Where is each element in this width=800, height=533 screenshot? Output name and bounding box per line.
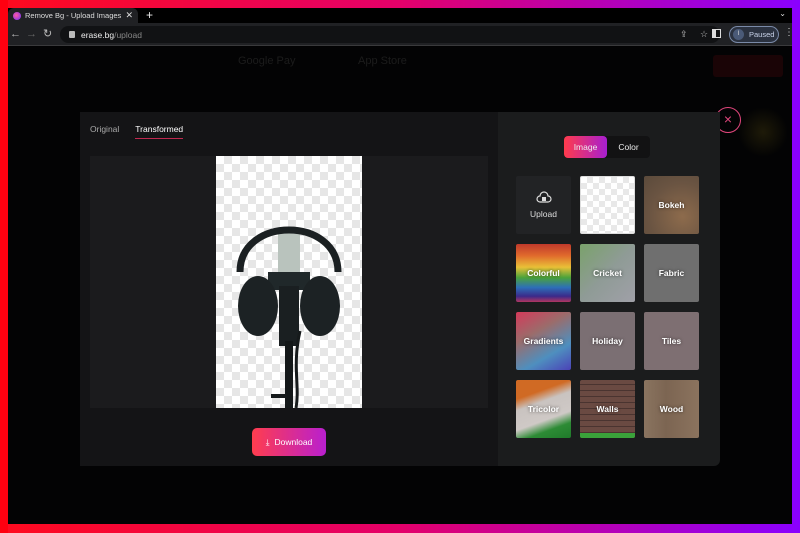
close-icon: × bbox=[723, 111, 733, 127]
close-tab-icon[interactable]: ✕ bbox=[125, 10, 133, 21]
view-tabs: Original Transformed bbox=[90, 124, 184, 139]
url-text: erase.bg/upload bbox=[81, 29, 142, 40]
lock-icon bbox=[69, 31, 75, 38]
tab-original[interactable]: Original bbox=[90, 124, 119, 139]
tab-title: Remove Bg - Upload Images to bbox=[25, 11, 122, 20]
bg-option-cricket[interactable]: Cricket bbox=[580, 244, 635, 302]
background-panel: Image Color Upload Bokeh Colorful Cricke… bbox=[498, 112, 720, 466]
signup-button-dimmed bbox=[713, 55, 783, 77]
bg-option-transparent[interactable] bbox=[580, 176, 635, 234]
google-play-badge: Google Pay bbox=[238, 55, 296, 67]
browser-window: Remove Bg - Upload Images to ✕ + ⌄ ← → ↻… bbox=[8, 8, 792, 524]
bookmark-star-icon[interactable]: ☆ bbox=[700, 29, 708, 40]
bg-option-walls[interactable]: Walls bbox=[580, 380, 635, 438]
bg-option-tricolor[interactable]: Tricolor bbox=[516, 380, 571, 438]
profile-button[interactable]: I Paused bbox=[729, 26, 779, 43]
bg-option-fabric[interactable]: Fabric bbox=[644, 244, 699, 302]
toolbar: ← → ↻ erase.bg/upload ⇪ ☆ I Paused ⋮ bbox=[8, 23, 792, 46]
new-tab-button[interactable]: + bbox=[146, 8, 153, 23]
cloud-upload-icon bbox=[535, 191, 552, 203]
background-grid: Upload Bokeh Colorful Cricket Fabric Gra… bbox=[516, 176, 699, 438]
upload-label: Upload bbox=[530, 209, 557, 219]
page-content: Google Pay App Store × Original Transfor… bbox=[8, 47, 792, 524]
side-panel-icon[interactable] bbox=[712, 29, 721, 38]
download-button[interactable]: ⤓ Download bbox=[252, 428, 326, 456]
tab-strip: Remove Bg - Upload Images to ✕ + ⌄ bbox=[8, 8, 792, 23]
tab-search-chevron-icon[interactable]: ⌄ bbox=[779, 9, 786, 18]
download-icon: ⤓ bbox=[265, 436, 270, 447]
menu-kebab-icon[interactable]: ⋮ bbox=[784, 27, 792, 38]
bg-option-holiday[interactable]: Holiday bbox=[580, 312, 635, 370]
profile-avatar: I bbox=[733, 29, 744, 40]
profile-status: Paused bbox=[749, 30, 775, 39]
forward-icon[interactable]: → bbox=[26, 27, 37, 41]
result-image bbox=[216, 156, 362, 408]
bg-option-colorful[interactable]: Colorful bbox=[516, 244, 571, 302]
download-label: Download bbox=[274, 437, 313, 447]
browser-tab[interactable]: Remove Bg - Upload Images to ✕ bbox=[8, 8, 138, 23]
tab-transformed[interactable]: Transformed bbox=[135, 124, 184, 139]
reload-icon[interactable]: ↻ bbox=[43, 27, 52, 41]
site-logo bbox=[28, 55, 83, 75]
mode-image-button[interactable]: Image bbox=[564, 136, 607, 158]
mode-color-button[interactable]: Color bbox=[607, 136, 650, 158]
share-icon[interactable]: ⇪ bbox=[680, 29, 688, 40]
bg-option-wood[interactable]: Wood bbox=[644, 380, 699, 438]
background-mode-toggle: Image Color bbox=[564, 136, 650, 158]
headphones-microphone-image bbox=[236, 226, 342, 408]
address-bar[interactable]: erase.bg/upload ⇪ ☆ bbox=[60, 26, 720, 43]
app-store-badge: App Store bbox=[358, 55, 407, 67]
image-viewer bbox=[90, 156, 488, 408]
bg-option-gradients[interactable]: Gradients bbox=[516, 312, 571, 370]
background-decoration bbox=[738, 107, 788, 157]
back-icon[interactable]: ← bbox=[10, 27, 21, 41]
upload-background-button[interactable]: Upload bbox=[516, 176, 571, 234]
bg-option-bokeh[interactable]: Bokeh bbox=[644, 176, 699, 234]
bg-option-tiles[interactable]: Tiles bbox=[644, 312, 699, 370]
favicon-icon bbox=[13, 11, 21, 20]
preview-panel: Original Transformed ⤓ Download bbox=[80, 112, 498, 466]
